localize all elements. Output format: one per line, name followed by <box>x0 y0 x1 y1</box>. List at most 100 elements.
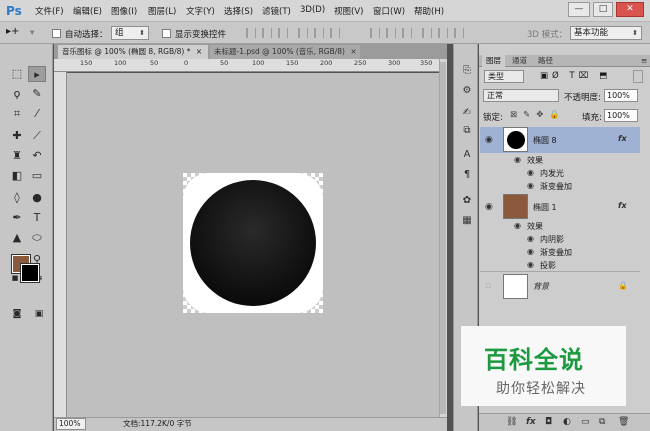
new-layer-icon[interactable]: ⧉ <box>599 417 605 427</box>
layer-name[interactable]: 椭圆 8 <box>533 135 557 146</box>
show-transform-checkbox[interactable] <box>162 29 171 38</box>
align-top-icon[interactable] <box>246 28 256 38</box>
add-style-icon[interactable]: fx <box>526 417 536 427</box>
dodge-tool-icon[interactable]: ● <box>28 190 46 206</box>
paragraph-panel-icon[interactable]: ¶ <box>460 168 474 182</box>
menu-window[interactable]: 窗口(W) <box>373 5 405 17</box>
align-left-icon[interactable] <box>298 28 308 38</box>
distribute-center-icon[interactable] <box>438 28 448 38</box>
new-group-icon[interactable]: ▭ <box>581 417 590 427</box>
tab-close-icon[interactable]: × <box>350 47 356 56</box>
effect-drop-shadow[interactable]: 投影 <box>540 260 556 271</box>
lock-icons[interactable]: ⊠✎✥🔒 <box>510 110 566 120</box>
align-right-icon[interactable] <box>330 28 340 38</box>
fx-icon[interactable]: fx <box>618 201 627 210</box>
distribute-middle-icon[interactable] <box>386 28 396 38</box>
layer-filter-icons[interactable]: ▣Ø T⌧ ⬒ <box>540 71 611 81</box>
clone-source-panel-icon[interactable]: ⧉ <box>460 124 474 138</box>
tab-close-icon[interactable]: × <box>196 47 202 56</box>
menu-layer[interactable]: 图层(L) <box>148 5 176 17</box>
visibility-eye-icon[interactable]: ◉ <box>514 155 521 164</box>
swatches-panel-icon[interactable]: ▦ <box>460 214 474 228</box>
blur-tool-icon[interactable]: ◊ <box>8 190 26 206</box>
menu-type[interactable]: 文字(Y) <box>186 5 215 17</box>
minimize-button[interactable]: — <box>568 2 590 17</box>
move-tool-icon[interactable]: ▸ <box>28 66 46 82</box>
path-select-tool-icon[interactable]: ▲ <box>8 230 26 246</box>
visibility-eye-icon[interactable]: ◉ <box>527 181 534 190</box>
tab-untitled-document[interactable]: 未标题-1.psd @ 100% (音乐, RGB/8) × <box>210 45 360 59</box>
visibility-eye-icon[interactable]: ◉ <box>527 260 534 269</box>
maximize-button[interactable]: □ <box>593 2 613 17</box>
styles-panel-icon[interactable]: ✿ <box>460 194 474 208</box>
layer-name[interactable]: 椭圆 1 <box>533 202 557 213</box>
visibility-eye-icon[interactable]: ◉ <box>485 202 495 212</box>
blend-mode-dropdown[interactable]: 正常 <box>483 89 559 102</box>
filter-toggle[interactable] <box>633 70 643 83</box>
tab-layers[interactable]: 图层 <box>482 55 505 67</box>
menu-view[interactable]: 视图(V) <box>334 5 363 17</box>
menu-edit[interactable]: 编辑(E) <box>73 5 102 17</box>
crop-tool-icon[interactable]: ⌗ <box>8 106 26 122</box>
menu-3d[interactable]: 3D(D) <box>300 5 325 15</box>
auto-select-checkbox[interactable] <box>52 29 61 38</box>
effect-inner-glow[interactable]: 内发光 <box>540 168 564 179</box>
healing-brush-tool-icon[interactable]: ✚ <box>8 128 26 144</box>
visibility-eye-icon[interactable]: ◉ <box>514 221 521 230</box>
document-info[interactable]: 文档:117.2K/0 字节 <box>123 418 192 430</box>
marquee-tool-icon[interactable]: ⬚ <box>8 66 26 82</box>
delete-layer-icon[interactable]: 🗑 <box>618 417 629 427</box>
menu-image[interactable]: 图像(I) <box>111 5 137 17</box>
distribute-bottom-icon[interactable] <box>402 28 412 38</box>
close-button[interactable]: ✕ <box>616 2 644 17</box>
panel-menu-icon[interactable]: ≡ <box>637 55 650 67</box>
menu-filter[interactable]: 滤镜(T) <box>262 5 291 17</box>
screen-mode-icon[interactable]: ▣ <box>30 306 48 322</box>
eraser-tool-icon[interactable]: ◧ <box>8 168 26 184</box>
pen-tool-icon[interactable]: ✒ <box>8 210 26 226</box>
move-tool-icon[interactable]: ▸+ <box>6 26 19 37</box>
align-middle-icon[interactable] <box>262 28 272 38</box>
tab-paths[interactable]: 路径 <box>534 55 557 67</box>
layer-row-ellipse-8[interactable]: ◉ 椭圆 8 fx <box>480 127 640 153</box>
history-panel-icon[interactable]: ⎘ <box>460 64 474 78</box>
character-panel-icon[interactable]: A <box>460 148 474 162</box>
distribute-left-icon[interactable] <box>422 28 432 38</box>
layer-row-background[interactable]: ▫ 背景 🔒 <box>480 271 640 299</box>
background-color-swatch[interactable] <box>20 263 40 283</box>
menu-help[interactable]: 帮助(H) <box>414 5 444 17</box>
lasso-tool-icon[interactable]: ϙ <box>8 86 26 102</box>
link-layers-icon[interactable]: ⛓ <box>506 417 517 427</box>
tab-channels[interactable]: 通道 <box>508 55 531 67</box>
properties-panel-icon[interactable]: ⚙ <box>460 84 474 98</box>
effect-inner-shadow[interactable]: 内阴影 <box>540 234 564 245</box>
auto-select-dropdown[interactable]: 组 ⬍ <box>111 26 149 40</box>
menu-file[interactable]: 文件(F) <box>35 5 64 17</box>
add-mask-icon[interactable]: ◘ <box>545 417 552 427</box>
tab-music-icon-document[interactable]: 音乐图标 @ 100% (椭圆 8, RGB/8) * × <box>58 45 208 59</box>
visibility-eye-icon[interactable]: ◉ <box>527 168 534 177</box>
fill-field[interactable]: 100% <box>604 109 638 122</box>
workspace-dropdown[interactable]: 基本功能 ⬍ <box>570 26 642 40</box>
quick-mask-icon[interactable]: ◙ <box>8 306 26 322</box>
effect-gradient-overlay[interactable]: 渐变叠加 <box>540 181 572 192</box>
visibility-box-icon[interactable]: ▫ <box>485 281 495 291</box>
opacity-field[interactable]: 100% <box>604 89 638 102</box>
ellipse-tool-icon[interactable]: ⬭ <box>28 230 46 246</box>
eyedropper-tool-icon[interactable]: ⁄ <box>28 106 46 122</box>
align-center-icon[interactable] <box>314 28 324 38</box>
layer-filter-dropdown[interactable]: 类型 <box>484 70 524 83</box>
brush-tool-icon[interactable]: ⟋ <box>28 128 46 144</box>
quick-select-tool-icon[interactable]: ✎ <box>28 86 46 102</box>
effect-gradient-overlay[interactable]: 渐变叠加 <box>540 247 572 258</box>
distribute-right-icon[interactable] <box>454 28 464 38</box>
layer-row-ellipse-1[interactable]: ◉ 椭圆 1 fx <box>480 193 640 219</box>
menu-select[interactable]: 选择(S) <box>224 5 253 17</box>
tool-preset-arrow-icon[interactable]: ▾ <box>30 28 34 38</box>
scrollbar-thumb[interactable] <box>440 62 446 414</box>
type-tool-icon[interactable]: T <box>28 210 46 226</box>
visibility-eye-icon[interactable]: ◉ <box>527 247 534 256</box>
history-brush-tool-icon[interactable]: ↶ <box>28 148 46 164</box>
distribute-top-icon[interactable] <box>370 28 380 38</box>
layer-name[interactable]: 背景 <box>533 281 549 292</box>
